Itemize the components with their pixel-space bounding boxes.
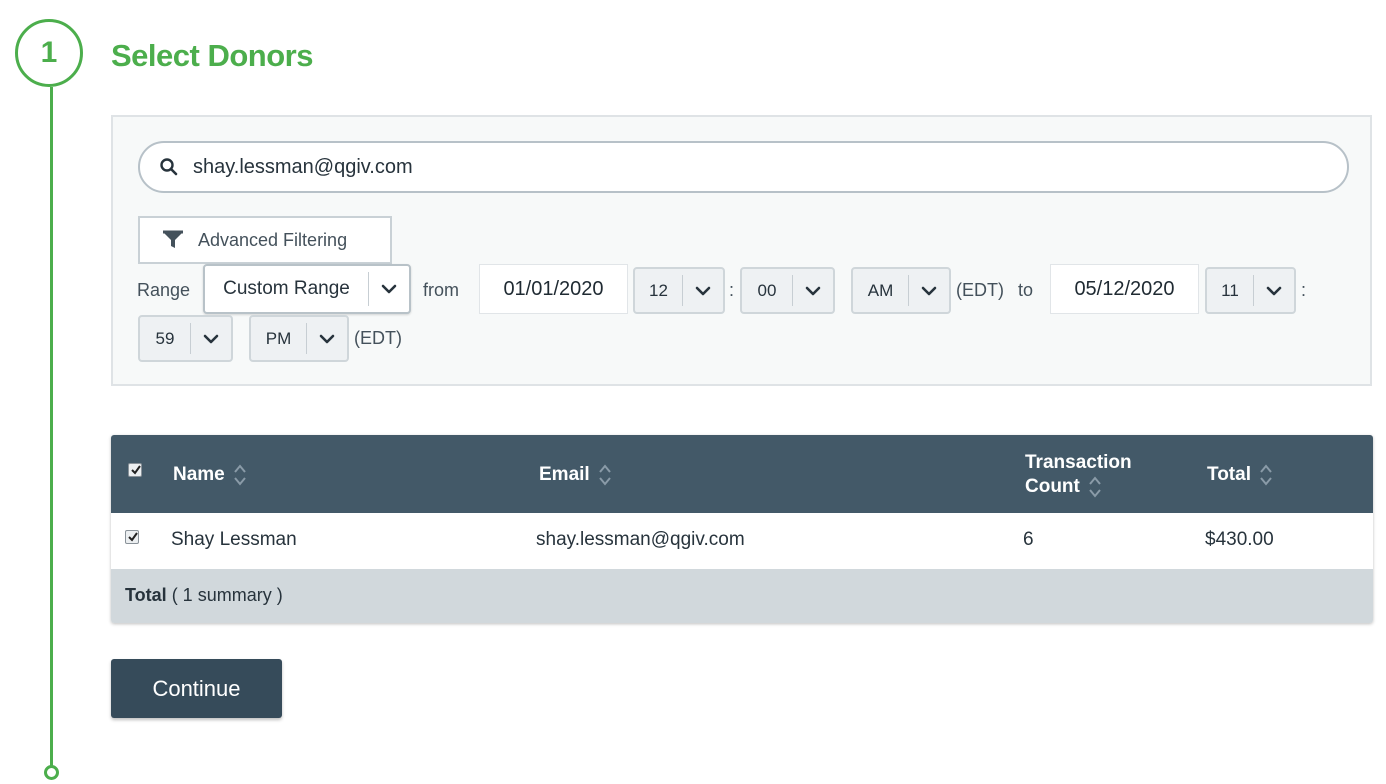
from-ampm-value: AM bbox=[867, 280, 894, 300]
table-footer: Total ( 1 summary ) bbox=[111, 569, 1373, 623]
select-all-checkbox[interactable] bbox=[128, 463, 142, 477]
range-label: Range bbox=[137, 280, 191, 300]
to-minute-select[interactable]: 59 bbox=[138, 315, 233, 362]
column-total-label: Total bbox=[1207, 464, 1251, 485]
column-email-label: Email bbox=[539, 464, 590, 485]
footer-total-label: Total bbox=[125, 585, 167, 605]
to-hour-select[interactable]: 11 bbox=[1205, 267, 1296, 314]
sort-icon bbox=[1260, 464, 1272, 486]
row-name: Shay Lessman bbox=[171, 529, 297, 550]
footer-summary-count: ( 1 summary ) bbox=[171, 585, 283, 605]
column-header-transaction-count[interactable]: Transaction Count bbox=[1025, 451, 1132, 499]
range-type-select[interactable]: Custom Range bbox=[203, 264, 411, 314]
from-hour-select[interactable]: 12 bbox=[633, 267, 725, 314]
table-row[interactable]: Shay Lessman shay.lessman@qgiv.com 6 $43… bbox=[111, 513, 1373, 569]
row-total: $430.00 bbox=[1205, 529, 1274, 550]
to-timezone: (EDT) bbox=[354, 328, 402, 348]
to-minute-value: 59 bbox=[155, 328, 175, 348]
from-label: from bbox=[423, 280, 459, 300]
chevron-down-icon bbox=[369, 284, 409, 294]
chevron-down-icon bbox=[683, 286, 723, 296]
sort-icon bbox=[598, 464, 611, 486]
from-timezone: (EDT) bbox=[956, 280, 1004, 300]
from-ampm-select[interactable]: AM bbox=[851, 267, 951, 314]
to-ampm-select[interactable]: PM bbox=[249, 315, 349, 362]
advanced-filtering-button[interactable]: Advanced Filtering bbox=[138, 216, 392, 264]
funnel-icon bbox=[163, 230, 183, 248]
time-colon: : bbox=[1301, 280, 1307, 300]
from-minute-value: 00 bbox=[757, 280, 777, 300]
from-date-input[interactable]: 01/01/2020 bbox=[479, 264, 628, 314]
column-header-name[interactable]: Name bbox=[173, 463, 247, 487]
row-checkbox[interactable] bbox=[125, 530, 139, 544]
to-ampm-value: PM bbox=[265, 328, 292, 348]
sort-icon bbox=[1089, 476, 1101, 498]
column-header-total[interactable]: Total bbox=[1207, 463, 1273, 487]
chevron-down-icon bbox=[793, 286, 833, 296]
to-date-input[interactable]: 05/12/2020 bbox=[1050, 264, 1199, 314]
chevron-down-icon bbox=[1254, 286, 1294, 296]
from-minute-select[interactable]: 00 bbox=[740, 267, 835, 314]
footer-summary: Total ( 1 summary ) bbox=[125, 585, 283, 606]
donor-table: Name Email Transaction Count Total Shay … bbox=[111, 435, 1373, 623]
continue-button[interactable]: Continue bbox=[111, 659, 282, 718]
column-transaction-label: Transaction bbox=[1025, 452, 1132, 473]
advanced-filtering-label: Advanced Filtering bbox=[198, 229, 348, 250]
sort-icon bbox=[233, 464, 246, 486]
column-header-email[interactable]: Email bbox=[539, 463, 612, 487]
column-name-label: Name bbox=[173, 464, 225, 485]
to-label: to bbox=[1018, 280, 1034, 300]
from-hour-value: 12 bbox=[649, 280, 668, 300]
column-count-label: Count bbox=[1025, 476, 1080, 497]
row-email: shay.lessman@qgiv.com bbox=[536, 529, 745, 550]
search-input[interactable] bbox=[191, 154, 1295, 180]
table-header: Name Email Transaction Count Total bbox=[111, 435, 1373, 513]
step-number-badge: 1 bbox=[15, 19, 83, 87]
row-transaction-count: 6 bbox=[1023, 529, 1034, 550]
chevron-down-icon bbox=[191, 334, 231, 344]
search-field[interactable] bbox=[138, 141, 1349, 193]
range-type-value: Custom Range bbox=[223, 278, 350, 299]
to-hour-value: 11 bbox=[1221, 280, 1239, 300]
chevron-down-icon bbox=[909, 286, 949, 296]
search-icon bbox=[160, 158, 178, 176]
filter-panel: Advanced Filtering Range Custom Range fr… bbox=[111, 115, 1372, 386]
page-title: Select Donors bbox=[111, 38, 313, 73]
chevron-down-icon bbox=[307, 334, 347, 344]
step-end-dot bbox=[44, 765, 59, 780]
step-number: 1 bbox=[40, 36, 58, 69]
step-progress-line bbox=[50, 87, 53, 766]
time-colon: : bbox=[729, 280, 735, 300]
